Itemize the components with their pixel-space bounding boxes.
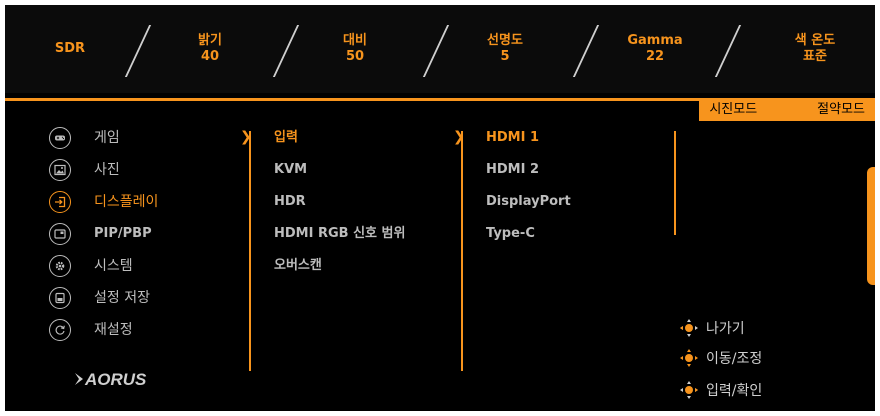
menu-item-game[interactable]: 게임 — [49, 127, 120, 149]
gear-icon — [49, 255, 71, 277]
separator — [272, 25, 300, 77]
gamma-indicator: Gamma 22 — [627, 33, 683, 64]
joystick-icon — [680, 319, 698, 337]
aorus-logo: AORUS — [71, 367, 171, 391]
menu-item-display[interactable]: 디스플레이 — [49, 191, 158, 213]
svg-text:AORUS: AORUS — [84, 370, 147, 389]
joystick-icon — [680, 381, 698, 399]
gamepad-icon — [49, 127, 71, 149]
menu-item-system[interactable]: 시스템 — [49, 255, 133, 277]
column-divider — [461, 131, 463, 371]
menu-item-save-settings[interactable]: 설정 저장 — [49, 287, 150, 309]
contrast-indicator: 대비 50 — [343, 33, 367, 64]
separator — [124, 25, 152, 77]
brightness-indicator: 밝기 40 — [198, 33, 222, 64]
separator — [422, 25, 450, 77]
selection-arrow-icon: ❯ — [453, 129, 465, 145]
selection-arrow-icon: ❯ — [240, 129, 252, 145]
option-hdmi-1[interactable]: HDMI 1 — [486, 127, 539, 149]
menu-item-picture[interactable]: 사진 — [49, 159, 120, 181]
column-divider — [249, 131, 251, 371]
option-type-c[interactable]: Type-C — [486, 223, 535, 245]
hint-move-adjust: 이동/조정 — [678, 347, 762, 369]
tab-mode-2[interactable]: 절약모드 — [807, 98, 875, 121]
mode-tabs: 시진모드 절약모드 — [699, 98, 875, 121]
hint-enter-confirm: 입력/확인 — [678, 379, 762, 401]
submenu-item-hdr[interactable]: HDR — [274, 191, 306, 213]
submenu-item-input[interactable]: 입력 — [274, 127, 298, 149]
option-hdmi-2[interactable]: HDMI 2 — [486, 159, 539, 181]
menu-item-pip-pbp[interactable]: PIP/PBP — [49, 223, 152, 245]
status-bar: SDR 밝기 40 대비 50 선명도 5 Gamma 22 색 온도 표준 — [5, 5, 875, 93]
separator — [714, 25, 742, 77]
hdr-mode-indicator: SDR — [54, 41, 86, 56]
scroll-tab — [867, 167, 875, 285]
tab-mode-1[interactable]: 시진모드 — [699, 98, 768, 121]
separator — [572, 25, 600, 77]
pip-icon — [49, 223, 71, 245]
save-icon — [49, 287, 71, 309]
color-temp-indicator: 색 온도 표준 — [794, 33, 836, 64]
submenu-item-hdmi-rgb-range[interactable]: HDMI RGB 신호 범위 — [274, 223, 405, 245]
input-icon — [49, 191, 71, 213]
menu-item-reset[interactable]: 재설정 — [49, 319, 133, 341]
sharpness-indicator: 선명도 5 — [487, 33, 523, 64]
osd-menu: SDR 밝기 40 대비 50 선명도 5 Gamma 22 색 온도 표준 시… — [5, 5, 875, 411]
reset-icon — [49, 319, 71, 341]
hint-exit: 나가기 — [678, 317, 745, 339]
submenu-item-overscan[interactable]: 오버스캔 — [274, 255, 322, 277]
picture-icon — [49, 159, 71, 181]
submenu-item-kvm[interactable]: KVM — [274, 159, 307, 181]
joystick-icon — [680, 349, 698, 367]
option-displayport[interactable]: DisplayPort — [486, 191, 571, 213]
column-divider — [674, 131, 676, 235]
